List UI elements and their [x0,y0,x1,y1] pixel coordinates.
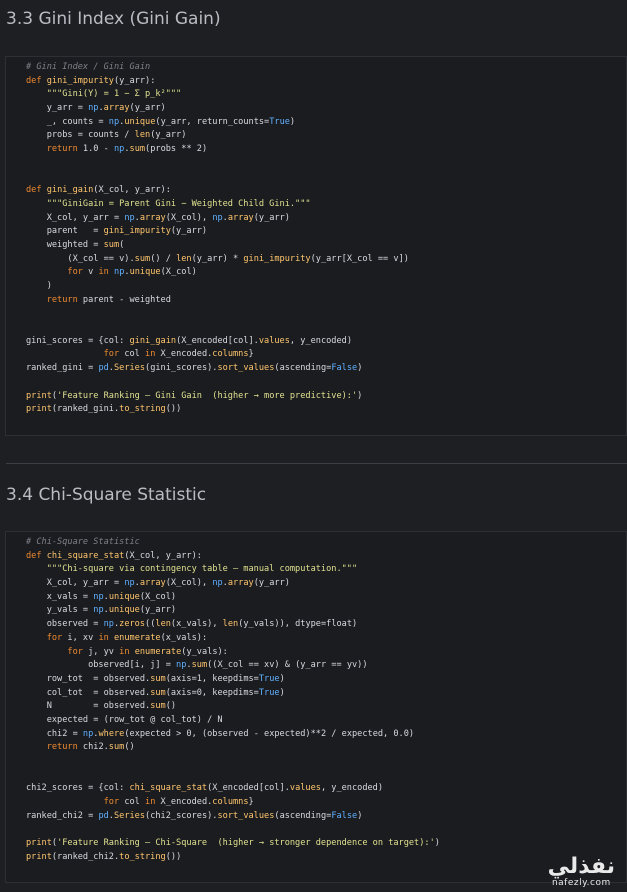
gini-code-line: ranked_gini = pd.Series(gini_scores).sor… [26,363,363,374]
chi-square-code-line: return chi2.sum() [46,742,135,753]
chi-square-code-line: print(ranked_chi2.to_string()) [26,851,182,862]
code-block-gini: # Gini Index / Gini Gain def gini_impurit… [26,61,409,417]
gini-code-line: probs = counts / len(y_arr) [26,130,187,141]
chi-square-code-line: def chi_square_stat(X_col, y_arr): [26,550,202,561]
gini-code-line: print('Feature Ranking — Gini Gain (high… [26,390,363,401]
gini-code-line: for v in np.unique(X_col) [67,267,197,278]
chi-square-code-line [26,769,440,783]
chi-square-code-line: x_vals = np.unique(X_col) [26,591,177,602]
chi-square-code-line: y_vals = np.unique(y_arr) [26,605,177,616]
gini-code-line: # Gini Index / Gini Gain [26,62,151,72]
gini-code-line: parent = gini_impurity(y_arr) [26,226,208,237]
gini-code-line: return parent - weighted [46,294,171,305]
gini-code-line: for col in X_encoded.columns} [103,349,254,360]
watermark-logo: نفذلي nafezly.com [547,854,615,889]
chi-square-code-line: ranked_chi2 = pd.Series(chi2_scores).sor… [26,810,363,821]
gini-code-line: y_arr = np.array(y_arr) [26,103,166,114]
chi-square-code-line: observed = np.zeros((len(x_vals), len(y_… [26,619,358,630]
chi-square-code-line: X_col, y_arr = np.array(X_col), np.array… [26,578,290,589]
chi-square-code-line: chi2_scores = {col: chi_square_stat(X_en… [26,783,384,794]
watermark-logo-text: نفذلي [547,854,615,879]
gini-code-line: _, counts = np.unique(y_arr, return_coun… [26,116,296,127]
chi-square-code-line: """Chi-square via contingency table — ma… [46,564,358,575]
code-block-chi-square: # Chi-Square Statistic def chi_square_sta… [26,536,440,865]
gini-code-line: """Gini(Y) = 1 − Σ p_k²""" [46,89,182,100]
gini-code-line: gini_scores = {col: gini_gain(X_encoded[… [26,335,352,346]
chi-square-code-line: expected = (row_tot @ col_tot) / N [26,714,223,725]
gini-code-line: def gini_gain(X_col, y_arr): [26,185,171,196]
gini-code-line: ) [26,281,52,291]
gini-code-line [26,321,409,335]
gini-code-line: """GiniGain = Parent Gini − Weighted Chi… [46,198,311,209]
chi-square-code-line: row_tot = observed.sum(axis=1, keepdims=… [26,673,285,684]
chi-square-code-line [26,823,440,837]
watermark-url: nafezly.com [551,878,611,888]
gini-code-line [26,376,409,390]
chi-square-code-line: observed[i, j] = np.sum((X_col == xv) & … [26,660,368,671]
section-divider [6,463,627,464]
chi-square-code-line [26,755,440,769]
gini-code-line [26,307,409,321]
chi-square-code-line: print('Feature Ranking — Chi-Square (hig… [26,838,440,849]
gini-code-line: X_col, y_arr = np.array(X_col), np.array… [26,212,290,223]
chi-square-code-line: # Chi-Square Statistic [26,537,140,547]
section-title-chi-square: 3.4 Chi-Square Statistic [6,485,207,505]
chi-square-code-line: N = observed.sum() [26,701,177,712]
gini-code-line: return 1.0 - np.sum(probs ** 2) [46,144,208,155]
gini-code-line: weighted = sum( [26,239,125,250]
chi-square-code-line: for col in X_encoded.columns} [103,797,254,808]
gini-code-line: (X_col == v).sum() / len(y_arr) * gini_i… [26,253,409,264]
chi-square-code-line: for i, xv in enumerate(x_vals): [46,632,208,643]
section-title-gini: 3.3 Gini Index (Gini Gain) [6,9,221,29]
gini-code-line: print(ranked_gini.to_string()) [26,404,182,415]
chi-square-code-line: for j, yv in enumerate(y_vals): [67,646,228,657]
gini-code-line [26,171,409,185]
gini-code-line: def gini_impurity(y_arr): [26,75,156,86]
chi-square-code-line: col_tot = observed.sum(axis=0, keepdims=… [26,687,285,698]
gini-code-line [26,157,409,171]
chi-square-code-line: chi2 = np.where(expected > 0, (observed … [26,728,415,739]
